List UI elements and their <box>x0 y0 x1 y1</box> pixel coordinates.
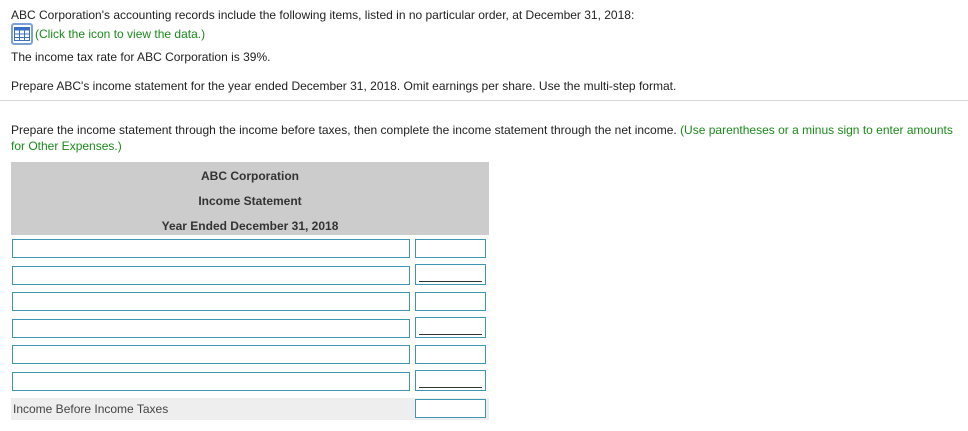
subtotal-underline-4 <box>419 334 482 335</box>
account-label-input-5[interactable] <box>12 345 410 364</box>
view-data-link-text[interactable]: (Click the icon to view the data.) <box>35 27 205 41</box>
company-name: ABC Corporation <box>201 169 299 183</box>
view-data-link[interactable]: (Click the icon to view the data.) <box>11 22 205 46</box>
account-label-input-3[interactable] <box>12 292 410 311</box>
amount-input-6[interactable] <box>415 370 486 391</box>
statement-title: Income Statement <box>198 194 302 208</box>
table-grid-icon[interactable] <box>11 23 33 45</box>
account-label-input-4[interactable] <box>12 319 410 338</box>
amount-input-5[interactable] <box>415 345 486 364</box>
instruction-text: Prepare the income statement through the… <box>11 122 956 154</box>
tax-rate-text: The income tax rate for ABC Corporation … <box>11 50 271 64</box>
amount-input-4[interactable] <box>415 317 486 338</box>
amount-input-3[interactable] <box>415 292 486 311</box>
amount-input-1[interactable] <box>415 239 486 258</box>
subtotal-underline-2 <box>419 281 482 282</box>
account-label-input-6[interactable] <box>12 372 410 391</box>
instruction-main: Prepare the income statement through the… <box>11 123 677 137</box>
subtotal-underline-6 <box>419 387 482 388</box>
amount-input-2[interactable] <box>415 264 486 285</box>
task-description-text: Prepare ABC's income statement for the y… <box>11 79 677 93</box>
section-divider <box>0 100 968 101</box>
account-label-input-1[interactable] <box>12 239 410 258</box>
income-before-taxes-label: Income Before Income Taxes <box>13 402 169 416</box>
statement-header: ABC Corporation Income Statement Year En… <box>11 162 489 235</box>
income-before-taxes-input[interactable] <box>415 399 486 418</box>
account-label-input-2[interactable] <box>12 266 410 285</box>
records-intro-text: ABC Corporation's accounting records inc… <box>11 8 635 22</box>
statement-period: Year Ended December 31, 2018 <box>161 219 339 233</box>
